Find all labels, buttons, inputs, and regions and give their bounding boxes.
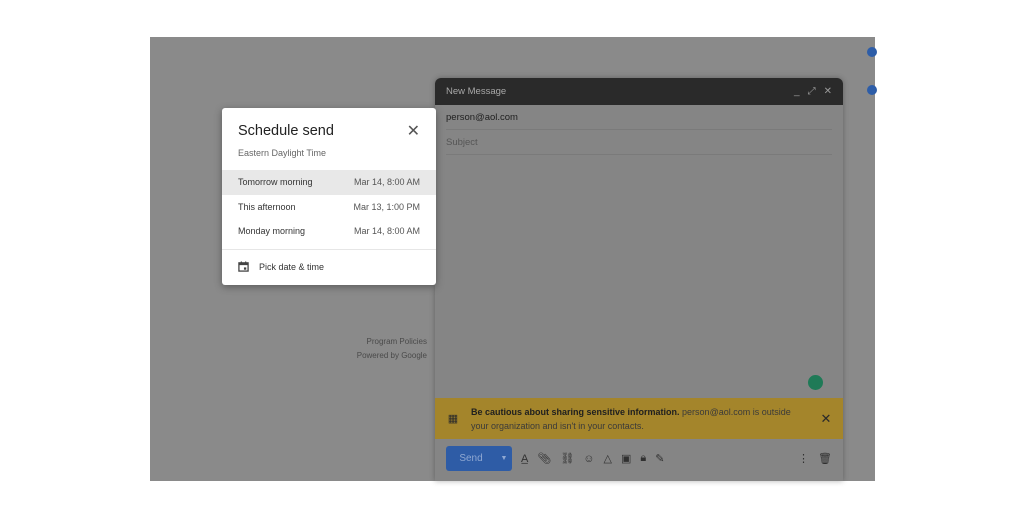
option-time: Mar 14, 8:00 AM (353, 226, 420, 237)
close-icon[interactable]: ✕ (407, 121, 420, 141)
attach-icon[interactable]: 📎︎ (537, 452, 551, 465)
warning-building-icon: ▦ (447, 413, 459, 425)
dialog-title: Schedule send (238, 123, 334, 139)
pick-date-time-button[interactable]: Pick date & time (238, 261, 324, 272)
discard-icon[interactable]: 🗑︎ (818, 452, 832, 465)
schedule-option[interactable]: Tomorrow morning Mar 14, 8:00 AM (222, 170, 436, 195)
pick-label: Pick date & time (259, 261, 325, 272)
option-label: Monday morning (238, 226, 306, 237)
schedule-option[interactable]: This afternoon Mar 13, 1:00 PM (222, 195, 436, 220)
expand-icon[interactable]: ⤢ (808, 86, 816, 97)
confidential-mode-icon[interactable]: 🔒︎ (640, 452, 646, 465)
emoji-icon[interactable]: ☺ (583, 453, 594, 465)
send-button[interactable]: Send ▼ (446, 446, 512, 471)
calendar-icon (238, 261, 249, 272)
minimize-icon[interactable]: _ (794, 86, 800, 97)
divider (222, 249, 436, 250)
subject-field[interactable]: Subject (446, 130, 832, 155)
side-panel-icon[interactable] (867, 47, 877, 57)
program-policies-link[interactable]: Program Policies (345, 335, 427, 349)
grammarly-icon[interactable] (808, 375, 823, 390)
option-time: Mar 13, 1:00 PM (353, 201, 420, 212)
more-options-icon[interactable]: ⋮ (798, 452, 809, 465)
compose-toolbar: Send ▼ A̲ 📎︎ ⛓︎ ☺ △ ▣ 🔒︎ ✎ ⋮ 🗑︎ (446, 446, 832, 471)
dismiss-warning-icon[interactable]: ✕ (809, 411, 843, 427)
signature-icon[interactable]: ✎ (655, 452, 664, 465)
to-field[interactable]: person@aol.com (446, 105, 832, 130)
option-time: Mar 14, 8:00 AM (353, 177, 420, 188)
side-panel-icon[interactable] (867, 85, 877, 95)
option-label: This afternoon (238, 201, 296, 212)
drive-icon[interactable]: △ (604, 452, 612, 465)
compose-title: New Message (446, 86, 507, 97)
compose-header: New Message _ ⤢ ✕ (435, 78, 843, 105)
formatting-icon[interactable]: A̲ (521, 453, 528, 465)
send-options-dropdown-icon[interactable]: ▼ (496, 455, 512, 462)
close-icon[interactable]: ✕ (824, 86, 832, 97)
timezone-label: Eastern Daylight Time (238, 148, 327, 158)
send-label: Send (459, 453, 483, 464)
schedule-option[interactable]: Monday morning Mar 14, 8:00 AM (222, 219, 436, 244)
compose-window: New Message _ ⤢ ✕ person@aol.com Subject… (435, 78, 843, 481)
powered-by-google: Powered by Google (356, 351, 427, 360)
external-recipient-warning: ▦ Be cautious about sharing sensitive in… (435, 398, 843, 439)
footer-links: Program Policies Powered by Google (345, 335, 427, 363)
photo-icon[interactable]: ▣ (621, 452, 631, 465)
option-label: Tomorrow morning (238, 177, 313, 188)
link-icon[interactable]: ⛓︎ (560, 452, 574, 465)
warning-bold: Be cautious about sharing sensitive info… (471, 406, 680, 417)
schedule-send-dialog: Schedule send ✕ Eastern Daylight Time To… (222, 108, 436, 285)
